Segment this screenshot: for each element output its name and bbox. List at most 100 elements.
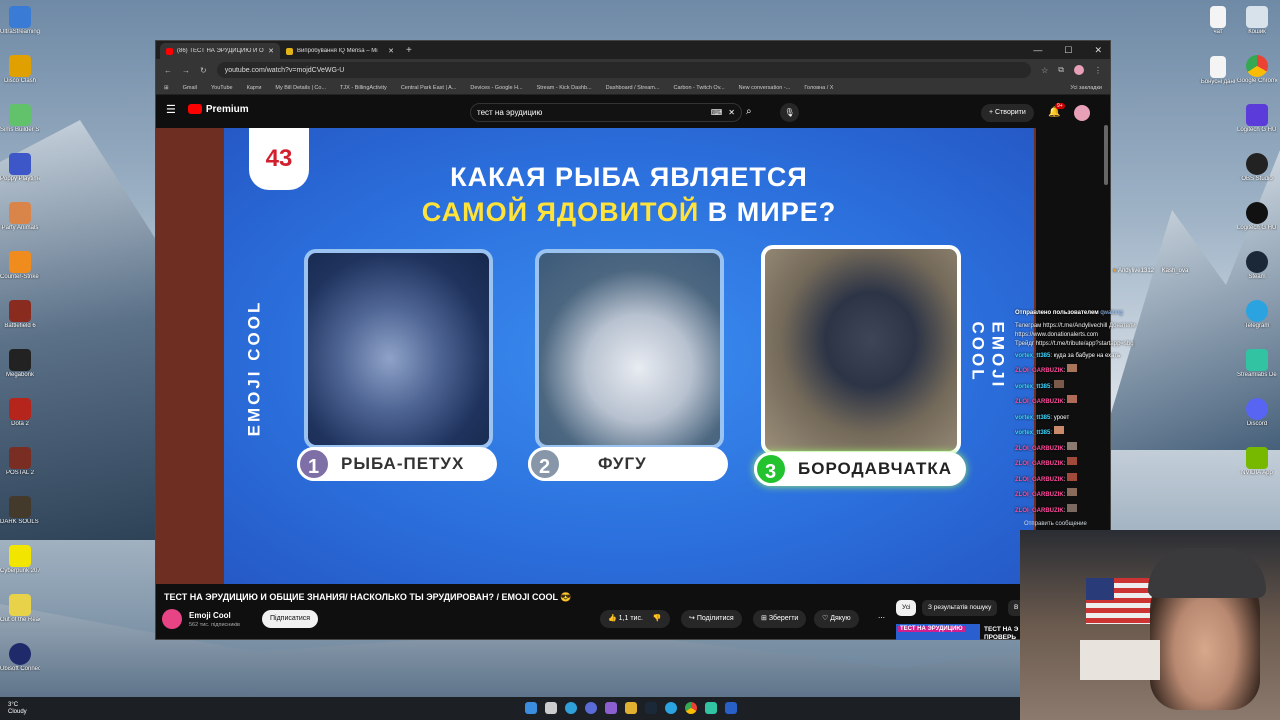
bookmark-maps[interactable]: Карти: [247, 85, 262, 91]
close-tab-icon[interactable]: ✕: [388, 47, 394, 55]
desktop-icon-discord[interactable]: Discord: [1237, 396, 1277, 445]
bookmark-x[interactable]: Головна / X: [804, 85, 833, 91]
bookmark-central-park[interactable]: Central Park East | A...: [401, 85, 457, 91]
desktop-icon-nvidia[interactable]: NVIDIA App: [1237, 445, 1277, 494]
desktop-icon-ghub-2[interactable]: Logitech G HUB: [1237, 200, 1277, 249]
start-icon[interactable]: [525, 702, 537, 714]
desktop-icon-telegram[interactable]: Telegram: [1237, 298, 1277, 347]
apps-grid-icon[interactable]: ⊞: [164, 85, 169, 91]
desktop-icon-obs[interactable]: OBS Studio: [1237, 151, 1277, 200]
answer-2[interactable]: 2 ФУГУ: [528, 447, 728, 481]
desktop-icon-11[interactable]: Cyberpunk 2077: [0, 543, 40, 592]
page-scrollbar[interactable]: [1104, 125, 1108, 185]
desktop-icon-12[interactable]: Out of the Reach: [0, 592, 40, 641]
explorer-icon[interactable]: [625, 702, 637, 714]
desktop-icon-1[interactable]: Disco Clash: [0, 53, 40, 102]
extensions-icon[interactable]: ⧉: [1058, 65, 1064, 75]
tab-mensa[interactable]: Випробування IQ Mensa – Mi ✕: [280, 43, 400, 59]
profile-icon[interactable]: [1074, 65, 1084, 75]
chip-all[interactable]: Усі: [896, 600, 917, 616]
desktop-icon-9[interactable]: POSTAL 2: [0, 445, 40, 494]
bookmark-all[interactable]: Усі закладки: [1070, 85, 1102, 91]
close-window-icon[interactable]: ✕: [1094, 45, 1102, 56]
clear-search-icon[interactable]: ✕: [728, 108, 735, 117]
weather-widget[interactable]: 3°C Cloudy: [8, 702, 27, 716]
steam-taskbar-icon[interactable]: [645, 702, 657, 714]
next-video-thumbnail[interactable]: ТЕСТ НА ЭРУДИЦИЮ: [896, 624, 980, 640]
desktop-icon-0[interactable]: UltraStreaming Kit: [0, 4, 40, 53]
bookmark-tjx[interactable]: TJX - BillingActivity: [340, 85, 387, 91]
notifications-bell-icon[interactable]: 🔔 9+: [1048, 103, 1065, 118]
desktop-icon-steam[interactable]: Steam: [1237, 249, 1277, 298]
app-icon[interactable]: [585, 702, 597, 714]
desktop-file-chat[interactable]: чат: [1198, 4, 1238, 53]
bookmark-carbon[interactable]: Carbon - Twitch Ov...: [673, 85, 724, 91]
thumbs-down-icon[interactable]: 👎: [653, 615, 662, 622]
hamburger-menu-icon[interactable]: ☰: [166, 103, 176, 116]
desktop-icon-6[interactable]: Battlefield 6: [0, 298, 40, 347]
video-player[interactable]: 43 КАКАЯ РЫБА ЯВЛЯЕТСЯ САМОЙ ЯДОВИТОЙ В …: [156, 128, 1036, 584]
next-video-title[interactable]: ТЕСТ НА Э ПРОВЕРЬ: [984, 626, 1022, 642]
desktop-icon-streamlabs[interactable]: Streamlabs Desktop: [1237, 347, 1277, 396]
channel-name[interactable]: Emoji Cool: [189, 611, 231, 620]
desktop-icon-2[interactable]: Sims Builder Story: [0, 102, 40, 151]
forward-icon[interactable]: →: [182, 66, 190, 75]
minimize-icon[interactable]: —: [1033, 45, 1042, 56]
maximize-icon[interactable]: ☐: [1064, 45, 1072, 56]
bookmark-bill[interactable]: My Bill Details | Co...: [275, 85, 326, 91]
new-tab-icon[interactable]: +: [406, 45, 412, 56]
channel-avatar[interactable]: [162, 609, 182, 629]
desktop-icon-13[interactable]: Ubisoft Connect: [0, 641, 40, 690]
desktop-icon-5[interactable]: Counter-Strike 2: [0, 249, 40, 298]
answer-3-correct[interactable]: 3 БОРОДАВЧАТКА: [754, 452, 966, 486]
telegram-taskbar-icon[interactable]: [665, 702, 677, 714]
more-actions-icon[interactable]: ⋯: [870, 610, 893, 628]
desktop-icon-4[interactable]: Party Animals: [0, 200, 40, 249]
back-icon[interactable]: ←: [164, 66, 172, 75]
answer-1[interactable]: 1 РЫБА-ПЕТУХ: [297, 447, 497, 481]
bookmark-dashboard[interactable]: Dashboard / Stream...: [606, 85, 660, 91]
chrome-taskbar-icon[interactable]: [685, 702, 697, 714]
url-input[interactable]: youtube.com/watch?v=mojdCVeWG-U: [216, 62, 1032, 78]
chip-from-search[interactable]: З результатів пошуку: [922, 600, 998, 616]
close-tab-icon[interactable]: ✕: [268, 47, 274, 55]
desktop-icon-10[interactable]: DARK SOULS III: [0, 494, 40, 543]
youtube-logo[interactable]: Premium: [187, 104, 249, 115]
desktop-icon-8[interactable]: Dota 2: [0, 396, 40, 445]
share-button[interactable]: ↪ Поділитися: [681, 610, 742, 628]
bookmark-devices[interactable]: Devices - Google H...: [470, 85, 522, 91]
search-input[interactable]: тест на эрудицию ⌨ ✕: [470, 103, 742, 122]
menu-dots-icon[interactable]: ⋮: [1094, 66, 1102, 75]
create-button[interactable]: + Створити: [981, 104, 1034, 122]
microphone-icon[interactable]: 🎙: [780, 103, 799, 122]
obs-taskbar-icon[interactable]: [605, 702, 617, 714]
desktop-icon-3[interactable]: Poppy Playtime: [0, 151, 40, 200]
desktop-icon-ghub[interactable]: Logitech G HUB: [1237, 102, 1277, 151]
reload-icon[interactable]: ↻: [200, 66, 207, 75]
desktop-file-bonus[interactable]: Бонусні дані: [1198, 54, 1238, 103]
answer-card-2[interactable]: [535, 249, 724, 449]
bookmark-star-icon[interactable]: ☆: [1041, 66, 1048, 75]
chat-input[interactable]: Отправить сообщение: [1024, 521, 1087, 527]
bookmark-gmail[interactable]: Gmail: [183, 85, 197, 91]
bookmark-new-conversation[interactable]: New conversation -...: [739, 85, 791, 91]
desktop-icon-recycle[interactable]: Кошик: [1237, 4, 1277, 53]
like-button[interactable]: 👍 1,1 тис. 👎: [600, 610, 670, 628]
desktop-icon-7[interactable]: Megabonk: [0, 347, 40, 396]
answer-card-1[interactable]: [304, 249, 493, 449]
edge-icon[interactable]: [565, 702, 577, 714]
thanks-button[interactable]: ♡ Дякую: [814, 610, 859, 628]
streamlabs-taskbar-icon[interactable]: [705, 702, 717, 714]
pinned-app-icon[interactable]: [725, 702, 737, 714]
bookmark-youtube[interactable]: YouTube: [211, 85, 233, 91]
keyboard-icon[interactable]: ⌨: [711, 108, 723, 117]
task-view-icon[interactable]: [545, 702, 557, 714]
tab-youtube[interactable]: (86) ТЕСТ НА ЭРУДИЦИЮ И О ✕: [160, 43, 280, 59]
desktop-icon-chrome[interactable]: Google Chrome: [1237, 53, 1277, 102]
subscribe-button[interactable]: Підписатися: [262, 610, 319, 628]
answer-card-3[interactable]: [761, 245, 961, 455]
save-button[interactable]: ⊞ Зберегти: [753, 610, 807, 628]
search-icon[interactable]: ⌕: [746, 106, 752, 117]
account-avatar[interactable]: [1074, 105, 1090, 121]
bookmark-kick[interactable]: Stream - Kick Dashb...: [537, 85, 592, 91]
